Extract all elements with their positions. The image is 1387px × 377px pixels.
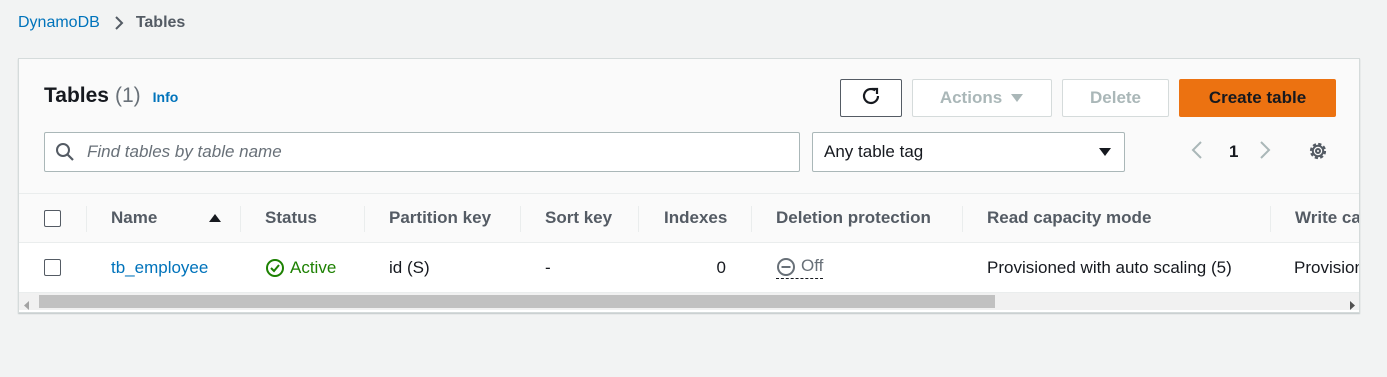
chevron-right-icon [1259,140,1271,165]
create-table-button[interactable]: Create table [1179,79,1336,117]
column-header-partition-key[interactable]: Partition key [389,194,491,242]
tables-table: Name Status Partition key Sort key Index… [19,193,1360,293]
page-title: Tables (1) Info [44,84,178,108]
horizontal-scrollbar[interactable] [19,293,1359,312]
indexes-cell: 0 [716,257,726,277]
column-header-sort-key[interactable]: Sort key [545,194,612,242]
row-select-cell [44,243,61,292]
read-capacity-mode-cell: Provisioned with auto scaling (5) [987,257,1232,277]
check-circle-icon [265,258,285,278]
column-divider [240,206,241,232]
scroll-left-icon[interactable] [24,297,30,312]
scroll-right-icon[interactable] [1349,297,1355,312]
column-divider [520,206,521,232]
deletion-protection-text: Off [801,256,824,276]
sort-key-cell: - [545,257,551,277]
deletion-protection-popover-trigger[interactable]: Off [776,256,824,279]
column-header-status[interactable]: Status [265,194,317,242]
breadcrumb-current: Tables [135,14,186,31]
chevron-right-icon [114,15,124,31]
partition-key-cell: id (S) [389,257,430,277]
caret-down-icon [1010,93,1024,103]
column-header-name[interactable]: Name [111,194,157,242]
table-tag-select[interactable]: Any table tag [812,132,1125,172]
previous-page-button[interactable] [1191,132,1203,172]
select-all-checkbox[interactable] [44,209,61,227]
page-number-1[interactable]: 1 [1229,132,1238,172]
column-header-read-capacity-mode[interactable]: Read capacity mode [987,194,1151,242]
select-all-cell [44,194,61,242]
table-row[interactable]: tb_employee Active id (S) - 0 Off Provis… [19,243,1360,293]
column-header-name-label: Name [111,208,158,227]
actions-label: Actions [939,88,1003,107]
breadcrumb: DynamoDB Tables [18,12,185,34]
refresh-button[interactable] [840,79,902,117]
tables-panel: Tables (1) Info Actions Delete Create ta… [18,58,1360,313]
search-field[interactable] [44,132,800,172]
column-divider [1270,206,1271,232]
table-name-link[interactable]: tb_employee [111,243,208,292]
column-header-indexes[interactable]: Indexes [664,194,727,242]
column-divider [364,206,365,232]
write-capacity-mode-cell: Provision [1294,257,1360,277]
search-icon [55,142,75,162]
refresh-icon [860,85,882,112]
column-header-write-capacity-mode[interactable]: Write ca [1295,194,1359,242]
caret-down-icon [1098,142,1112,162]
panel-header: Tables (1) Info Actions Delete Create ta… [19,59,1359,193]
table-header-row: Name Status Partition key Sort key Index… [19,193,1359,243]
preferences-button[interactable] [1307,140,1329,167]
deletion-protection-cell: Off [776,243,824,292]
info-link[interactable]: Info [153,89,179,105]
sort-ascending-icon[interactable] [208,194,222,242]
row-checkbox[interactable] [44,259,61,276]
column-divider [962,206,963,232]
gear-icon [1307,142,1329,166]
title-text: Tables [44,84,109,107]
breadcrumb-dynamodb-link[interactable]: DynamoDB [18,14,100,32]
actions-button[interactable]: Actions [912,79,1052,117]
column-divider [751,206,752,232]
search-input[interactable] [85,141,765,163]
scrollbar-thumb[interactable] [39,295,995,308]
status-text: Active [290,257,337,277]
status-stopped-icon [776,257,796,277]
next-page-button[interactable] [1259,132,1271,172]
column-divider [86,206,87,232]
status-cell: Active [265,243,336,292]
table-tag-value: Any table tag [824,142,924,161]
chevron-left-icon [1191,140,1203,165]
delete-button[interactable]: Delete [1062,79,1169,117]
table-count: (1) [114,84,141,107]
column-header-deletion-protection[interactable]: Deletion protection [776,194,931,242]
column-divider [638,206,639,232]
